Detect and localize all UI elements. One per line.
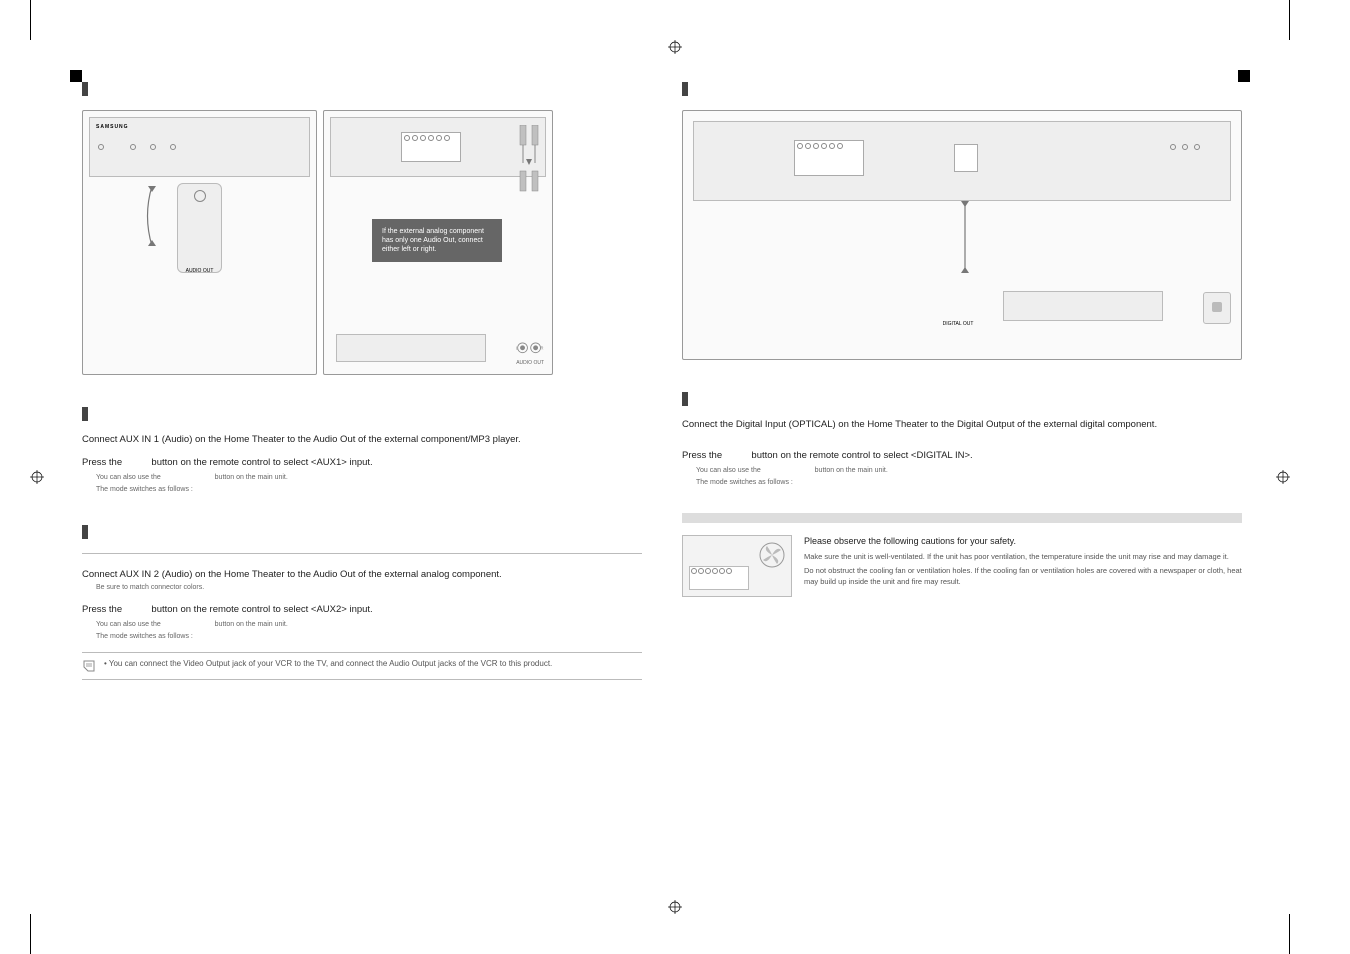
aux2-step2: Press the button on the remote control t… [82,603,642,616]
svg-text:R: R [541,346,544,351]
aux1-sub-a: You can also use the [96,474,161,481]
fan-line2: Do not obstruct the cooling fan or venti… [804,566,1242,587]
optical-out-icon [1203,292,1231,324]
fan-line1: Make sure the unit is well-ventilated. I… [804,552,1242,563]
aux1-step2: Press the button on the remote control t… [82,456,642,469]
note-text: • You can connect the Video Output jack … [104,659,552,673]
aux2-step1: Connect AUX IN 2 (Audio) on the Home The… [82,568,642,581]
optical-step2-suffix: button on the remote control to select <… [751,450,972,461]
section-marker-icon [82,407,88,421]
registration-mark-icon [30,470,44,484]
mp3-player-icon: AUDIO OUT [177,183,222,273]
fan-caption: Please observe the following cautions fo… [804,535,1242,548]
aux2-step2-suffix: button on the remote control to select <… [151,604,372,615]
section-marker-icon [682,82,688,96]
audio-out-label-2: AUDIO OUT [516,360,544,366]
optical-cable-icon [958,201,972,281]
aux1-step2-suffix: button on the remote control to select <… [151,457,372,468]
optical-sub-b: button on the main unit. [815,467,888,474]
amplifier-icon [336,334,486,362]
rca-cable-icon [512,125,546,195]
registration-mark-icon [1276,470,1290,484]
optical-step2: Press the button on the remote control t… [682,449,1242,462]
cooling-fan-figure [682,535,792,597]
note-icon [82,659,96,673]
audio-out-label: AUDIO OUT [178,268,221,274]
aux1-step1: Connect AUX IN 1 (Audio) on the Home The… [82,433,642,446]
optical-step1: Connect the Digital Input (OPTICAL) on t… [682,418,1242,431]
aux2-mode-switches: The mode switches as follows : [96,632,642,642]
registration-mark-icon [668,900,682,914]
aux2-step2-prefix: Press the [82,604,122,615]
aux1-mode-switches: The mode switches as follows : [96,485,642,495]
registration-mark-icon [668,40,682,54]
optical-mode-switches: The mode switches as follows : [696,478,1242,488]
aux1-step2-prefix: Press the [82,457,122,468]
svg-text:L: L [516,346,519,351]
optical-sub-a: You can also use the [696,467,761,474]
device-back-optical-figure: DIGITAL OUT [682,110,1242,360]
speech-bubble: If the external analog component has onl… [372,219,502,262]
device-back-figure: If the external analog component has onl… [323,110,553,375]
amplifier-icon [1003,291,1163,321]
aux2-colors-note: Be sure to match connector colors. [96,583,642,593]
device-front-figure: SAMSUNG AUDIO OUT [82,110,317,375]
section-divider-bar [682,513,1242,523]
fan-icon [757,540,787,570]
aux2-sub-a: You can also use the [96,621,161,628]
section-marker-icon [682,392,688,406]
aux1-sub-b: button on the main unit. [215,474,288,481]
aux2-sub-b: button on the main unit. [215,621,288,628]
optical-step2-prefix: Press the [682,450,722,461]
section-marker-icon [82,525,88,539]
rca-jacks-icon: L R [516,338,544,358]
digital-out-label: DIGITAL OUT [938,321,978,327]
section-marker-icon [82,82,88,96]
note-box: • You can connect the Video Output jack … [82,652,642,680]
brand-label: SAMSUNG [96,124,129,130]
